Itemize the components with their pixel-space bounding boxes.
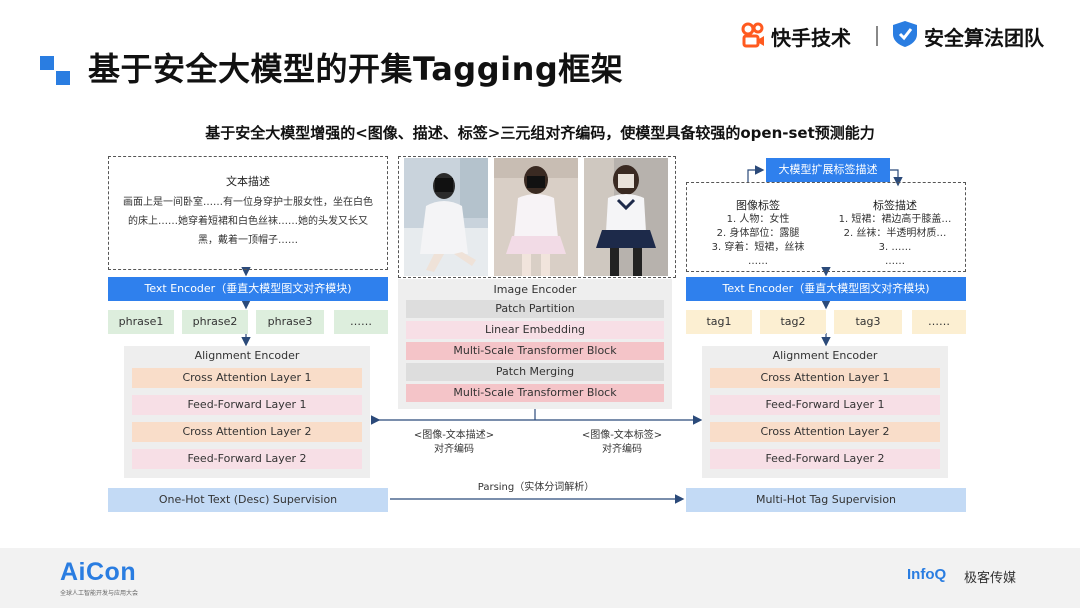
image-tag-item: 2. 身体部位：露腿 <box>716 228 800 239</box>
sample-image-2 <box>494 158 578 276</box>
team-logo-text: 安全算法团队 <box>924 26 1044 50</box>
cross-attention-layer: Cross Attention Layer 1 <box>710 368 940 388</box>
image-encoder: Image Encoder Patch Partition Linear Emb… <box>398 279 672 409</box>
tag-description-item: 1. 短裙：裙边高于膝盖… <box>838 214 952 225</box>
feed-forward-layer: Feed-Forward Layer 2 <box>132 449 362 469</box>
caption-line: 对齐编码 <box>434 444 474 455</box>
caption-line: 对齐编码 <box>602 444 642 455</box>
caption-line: <图像-文本标签> <box>581 430 663 441</box>
text-description-content: 画面上是一间卧室……有一位身穿护士服女性，坐在白色的床上……她穿着短裙和白色丝袜… <box>123 197 373 246</box>
text-description-title: 文本描述 <box>226 175 270 188</box>
caption-image-desc-alignment: <图像-文本描述> 对齐编码 <box>392 429 516 457</box>
aicon-logo: AiCon <box>60 558 137 586</box>
patch-merging-layer: Patch Merging <box>406 363 664 381</box>
alignment-encoder-right: Alignment Encoder Cross Attention Layer … <box>702 346 948 478</box>
cross-attention-layer: Cross Attention Layer 1 <box>132 368 362 388</box>
tag-description-item: 2. 丝袜：半透明材质… <box>843 228 947 239</box>
tag-description-title: 标签描述 <box>873 199 917 212</box>
phrase-chip: …… <box>334 310 388 334</box>
page-title: 基于安全大模型的开集Tagging框架 <box>88 50 624 88</box>
image-tag-item: …… <box>748 256 768 267</box>
alignment-encoder-title: Alignment Encoder <box>194 349 300 362</box>
title-mark-icon-2 <box>56 71 70 85</box>
geekmedia-logo-text: 极客传媒 <box>964 571 1017 586</box>
image-tag-item: 3. 穿着：短裙，丝袜 <box>711 242 805 253</box>
patch-partition-layer: Patch Partition <box>406 300 664 318</box>
sample-image-3 <box>584 158 668 276</box>
multi-hot-supervision: Multi-Hot Tag Supervision <box>686 488 966 512</box>
image-tags-box: 图像标签 1. 人物：女性 2. 身体部位：露腿 3. 穿着：短裙，丝袜 …… … <box>686 182 966 272</box>
phrase-chip: phrase1 <box>108 310 174 334</box>
alignment-encoder-left: Alignment Encoder Cross Attention Layer … <box>124 346 370 478</box>
title-mark-icon <box>40 56 54 70</box>
text-encoder-left: Text Encoder（垂直大模型图文对齐模块) <box>108 277 388 301</box>
image-tag-column: 图像标签 1. 人物：女性 2. 身体部位：露腿 3. 穿着：短裙，丝袜 …… <box>695 197 821 269</box>
transformer-block-layer: Multi-Scale Transformer Block <box>406 384 664 402</box>
expand-tag-description-label: 大模型扩展标签描述 <box>766 158 890 182</box>
cross-attention-layer: Cross Attention Layer 2 <box>710 422 940 442</box>
transformer-block-layer: Multi-Scale Transformer Block <box>406 342 664 360</box>
caption-image-tag-alignment: <图像-文本标签> 对齐编码 <box>560 429 684 457</box>
feed-forward-layer: Feed-Forward Layer 2 <box>710 449 940 469</box>
phrase-chip: phrase3 <box>256 310 324 334</box>
text-encoder-right: Text Encoder（垂直大模型图文对齐模块) <box>686 277 966 301</box>
logo-divider <box>876 26 878 46</box>
feed-forward-layer: Feed-Forward Layer 1 <box>132 395 362 415</box>
tag-description-item: 3. …… <box>878 242 912 253</box>
alignment-encoder-title: Alignment Encoder <box>772 349 878 362</box>
feed-forward-layer: Feed-Forward Layer 1 <box>710 395 940 415</box>
phrase-chip: phrase2 <box>182 310 248 334</box>
image-encoder-title: Image Encoder <box>493 283 577 296</box>
one-hot-supervision: One-Hot Text (Desc) Supervision <box>108 488 388 512</box>
kuaishou-logo-icon <box>741 22 764 48</box>
tag-chip: tag2 <box>760 310 826 334</box>
tag-chip: tag3 <box>834 310 902 334</box>
linear-embedding-layer: Linear Embedding <box>406 321 664 339</box>
text-description-box: 文本描述 画面上是一间卧室……有一位身穿护士服女性，坐在白色的床上……她穿着短裙… <box>108 156 388 270</box>
tag-chip: …… <box>912 310 966 334</box>
sample-image-1 <box>404 158 488 276</box>
shield-icon <box>893 21 917 47</box>
image-tag-item: 1. 人物：女性 <box>726 214 790 225</box>
infoq-logo: InfoQ <box>907 566 947 583</box>
kuaishou-logo-text: 快手技术 <box>771 26 851 50</box>
tag-chip: tag1 <box>686 310 752 334</box>
subtitle: 基于安全大模型增强的<图像、描述、标签>三元组对齐编码，使模型具备较强的open… <box>205 124 875 142</box>
caption-line: <图像-文本描述> <box>413 430 495 441</box>
tag-description-item: …… <box>885 256 905 267</box>
image-tag-title: 图像标签 <box>736 199 780 212</box>
aicon-logo-subtitle: 全球人工智能开发与应用大会 <box>60 590 139 597</box>
cross-attention-layer: Cross Attention Layer 2 <box>132 422 362 442</box>
parsing-label: Parsing（实体分词解析） <box>477 482 595 493</box>
tag-description-column: 标签描述 1. 短裙：裙边高于膝盖… 2. 丝袜：半透明材质… 3. …… …… <box>829 197 961 269</box>
